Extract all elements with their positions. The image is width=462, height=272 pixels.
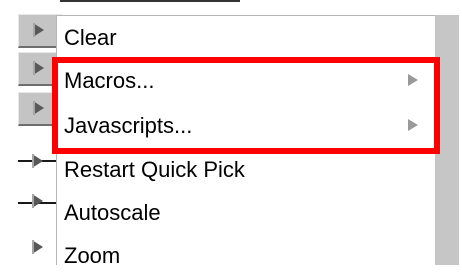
menu-item-label: Restart Quick Pick [64, 157, 245, 182]
menu-item-restart-quick-pick[interactable]: Restart Quick Pick [64, 154, 432, 186]
menu-item-label: Clear [64, 25, 117, 50]
chevron-right-icon [408, 74, 418, 86]
menu-item-clear[interactable]: Clear [64, 22, 432, 54]
play-arrow-icon [33, 101, 44, 115]
menu-item-label: Macros... [64, 68, 155, 93]
menu-item-javascripts[interactable]: Javascripts... [64, 110, 432, 142]
menu-item-label: Zoom [64, 243, 121, 268]
play-arrow-icon [32, 194, 43, 208]
chevron-right-icon [408, 119, 418, 131]
menu-item-autoscale[interactable]: Autoscale [64, 197, 432, 229]
top-divider [60, 0, 240, 2]
menu-item-label: Autoscale [64, 200, 161, 225]
play-arrow-icon [33, 61, 44, 75]
play-arrow-icon [32, 240, 43, 254]
menu-scrollbar[interactable] [435, 15, 459, 265]
play-arrow-icon [32, 154, 43, 168]
menu-item-macros[interactable]: Macros... [64, 65, 432, 97]
menu-item-label: Javascripts... [64, 113, 193, 138]
menu-item-zoom[interactable]: Zoom [64, 240, 432, 272]
play-arrow-icon [33, 23, 44, 37]
